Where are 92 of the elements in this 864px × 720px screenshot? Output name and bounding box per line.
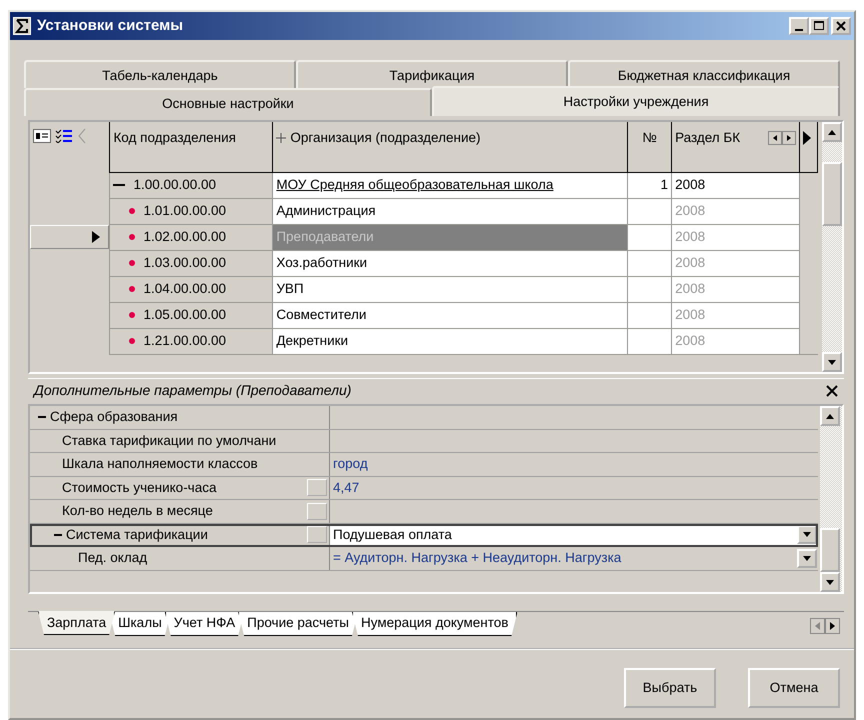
property-label: Сфера образования: [50, 408, 178, 426]
column-header[interactable]: №: [628, 122, 672, 172]
property-label: Стоимость ученико-часа: [62, 478, 216, 497]
scroll-arrows-icon[interactable]: [768, 131, 796, 146]
down-arrow-icon: [828, 360, 836, 364]
row-indicator[interactable]: [30, 225, 110, 249]
tab[interactable]: Нумерация документов: [352, 612, 518, 636]
column-header[interactable]: Раздел БК: [672, 122, 800, 172]
up-arrow-icon: [828, 130, 836, 134]
tree-cell[interactable]: 1.03.00.00.00: [110, 250, 273, 276]
next-column-icon[interactable]: [802, 131, 812, 146]
scrollbar-thumb[interactable]: [820, 528, 840, 572]
table-cell: Декретники: [272, 328, 628, 354]
table-cell: 2008: [672, 224, 800, 250]
table-cell: Преподаватели: [272, 224, 628, 250]
card-icon[interactable]: [33, 129, 51, 143]
code-text: 1.05.00.00.00: [143, 306, 226, 324]
table-cell: 2008: [672, 250, 800, 276]
code-text: 1.21.00.00.00: [143, 332, 226, 350]
dropdown-button[interactable]: [797, 548, 817, 568]
sort-cross-icon: [276, 133, 286, 144]
tab[interactable]: Основные настройки: [24, 88, 432, 116]
checklist-icon[interactable]: [55, 129, 73, 143]
bullet-icon: [129, 260, 136, 266]
property-label: Система тарификации: [66, 526, 208, 544]
property-label: Ставка тарификации по умолчани: [62, 432, 276, 450]
sigma-icon: [13, 17, 31, 35]
tree-cell[interactable]: 1.21.00.00.00: [110, 328, 273, 354]
column-label: Организация (подразделение): [290, 130, 480, 145]
table-cell: Совместители: [272, 302, 628, 328]
code-text: 1.00.00.00.00: [133, 176, 216, 194]
maximize-button[interactable]: [809, 17, 829, 35]
close-icon: [836, 21, 846, 31]
dialog-button[interactable]: Отмена: [748, 668, 840, 708]
property-value: 4,47: [333, 478, 360, 497]
window-title: Установки системы: [37, 16, 184, 36]
close-icon[interactable]: [826, 384, 838, 396]
scroll-up-button[interactable]: [820, 406, 840, 426]
dropdown-button[interactable]: [797, 525, 817, 544]
bullet-icon: [129, 208, 136, 214]
table-cell: МОУ Средняя общеобразовательная школа: [272, 172, 628, 198]
minimize-icon: [795, 28, 803, 30]
dialog-button[interactable]: Выбрать: [624, 668, 716, 708]
column-label: Раздел БК: [675, 129, 740, 147]
close-button[interactable]: [831, 17, 851, 35]
table-cell: Хоз.работники: [272, 250, 628, 276]
column-header[interactable]: Организация (подразделение): [272, 122, 628, 172]
code-text: 1.01.00.00.00: [143, 202, 226, 220]
property-label: Пед. оклад: [78, 549, 148, 568]
tree-cell[interactable]: 1.05.00.00.00: [110, 302, 273, 328]
column-header[interactable]: Код подразделения: [110, 122, 273, 172]
bullet-icon: [129, 338, 136, 344]
tab[interactable]: Зарплата: [38, 611, 116, 635]
minimize-button[interactable]: [789, 17, 809, 35]
tab[interactable]: Тарификация: [296, 60, 568, 88]
table-cell: 1: [628, 172, 672, 198]
tab-scroll-icon[interactable]: [810, 618, 840, 634]
down-arrow-icon: [803, 532, 811, 538]
down-arrow-icon: [826, 580, 834, 584]
table-cell: 2008: [672, 198, 800, 224]
tree-cell[interactable]: 1.01.00.00.00: [110, 198, 273, 224]
tab[interactable]: Бюджетная классификация: [568, 60, 840, 88]
table-cell: Администрация: [272, 198, 628, 224]
up-arrow-icon: [826, 414, 834, 418]
scroll-down-button[interactable]: [820, 572, 840, 592]
tree-cell[interactable]: 1.00.00.00.00: [110, 172, 273, 198]
table-cell: 2008: [672, 172, 800, 198]
property-value[interactable]: = Аудиторн. Нагрузка + Неаудиторн. Нагрузка: [333, 548, 622, 568]
scrollbar-thumb[interactable]: [822, 162, 842, 226]
down-arrow-icon: [803, 556, 811, 561]
table-cell: 2008: [672, 302, 800, 328]
maximize-icon: [814, 21, 824, 31]
table-cell: 2008: [672, 276, 800, 302]
table-cell: УВП: [272, 276, 628, 302]
property-label: Шкала наполняемости классов: [62, 455, 258, 474]
scroll-up-button[interactable]: [822, 122, 842, 142]
bullet-icon: [129, 286, 136, 292]
scroll-down-button[interactable]: [822, 352, 842, 372]
table-cell: 2008: [672, 328, 800, 354]
panel-title: Дополнительные параметры (Преподаватели): [34, 381, 352, 400]
code-text: 1.04.00.00.00: [143, 280, 226, 298]
property-label: Кол-во недель в месяце: [62, 502, 213, 520]
code-text: 1.03.00.00.00: [143, 254, 226, 272]
tab[interactable]: Табель-календарь: [24, 60, 296, 88]
property-value: город: [333, 455, 368, 474]
bullet-icon: [129, 234, 136, 240]
bullet-icon: [129, 312, 136, 318]
tree-cell[interactable]: 1.02.00.00.00: [110, 224, 273, 250]
code-text: 1.02.00.00.00: [143, 228, 226, 246]
row-pointer-icon: [92, 231, 100, 243]
tree-cell[interactable]: 1.04.00.00.00: [110, 276, 273, 302]
tab[interactable]: Настройки учреждения: [432, 86, 840, 116]
